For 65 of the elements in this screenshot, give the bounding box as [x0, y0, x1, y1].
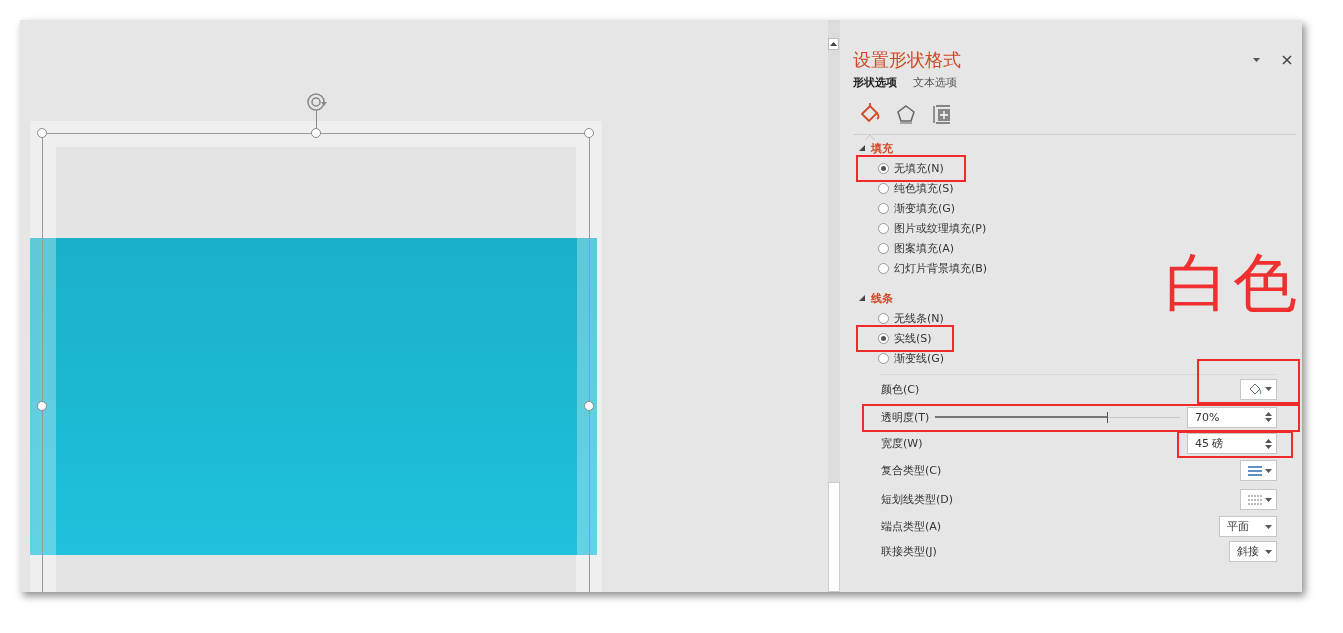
dashed-lines-icon	[1248, 494, 1262, 505]
dash-type-dropdown[interactable]	[1240, 489, 1277, 510]
radio-button[interactable]	[878, 352, 889, 364]
radio-button[interactable]	[878, 332, 889, 344]
caret-icon	[1253, 58, 1260, 62]
dropdown[interactable]: 平面	[1219, 516, 1277, 537]
property-label: 短划线类型(D)	[881, 493, 954, 506]
radio-button[interactable]	[878, 242, 889, 254]
property-label: 颜色(C)	[881, 382, 920, 396]
caret-icon	[1265, 497, 1272, 502]
option-label: 无填充(N)	[894, 160, 944, 176]
radio-button[interactable]	[878, 202, 889, 214]
scrollbar-thumb[interactable]	[828, 482, 840, 592]
section-title: 填充	[871, 140, 893, 156]
rotate-handle-icon[interactable]	[306, 92, 328, 112]
option-label: 渐变线(G)	[894, 350, 945, 366]
width-field[interactable]: 45 磅	[1187, 433, 1277, 454]
caret-icon	[1265, 468, 1272, 473]
close-icon[interactable]	[1282, 55, 1292, 65]
paint-bucket-icon	[859, 103, 881, 125]
up-arrow-icon	[830, 42, 837, 46]
handwritten-note: 白色	[1165, 245, 1301, 322]
radio-button[interactable]	[878, 162, 889, 174]
option-label: 幻灯片背景填充(B)	[894, 260, 988, 276]
option-label: 图案填充(A)	[894, 240, 955, 256]
resize-handle[interactable]	[37, 401, 47, 411]
dropdown-icon[interactable]	[1253, 58, 1260, 62]
option-label: 实线(S)	[894, 330, 932, 346]
layout-icon	[932, 104, 952, 124]
lines-icon	[1248, 465, 1262, 476]
property-label: 复合类型(C)	[881, 464, 942, 477]
property-label: 联接类型(J)	[881, 545, 937, 558]
expand-triangle-icon[interactable]	[859, 145, 865, 151]
percent-field[interactable]: 70%	[1187, 406, 1277, 428]
option-label: 图片或纹理填充(P)	[894, 220, 987, 236]
radio-button[interactable]	[878, 262, 889, 274]
caret-icon	[1265, 549, 1272, 554]
radio-button[interactable]	[878, 182, 889, 194]
property-label: 宽度(W)	[881, 437, 923, 450]
tab[interactable]: 形状选项	[853, 74, 897, 90]
radio-button[interactable]	[878, 312, 889, 324]
resize-handle[interactable]	[37, 128, 47, 138]
option-label: 渐变填充(G)	[894, 200, 956, 216]
pentagon-icon	[896, 104, 916, 124]
compound-type-dropdown[interactable]	[1240, 460, 1277, 481]
property-label: 透明度(T)	[881, 410, 930, 424]
resize-handle[interactable]	[584, 401, 594, 411]
resize-handle[interactable]	[311, 128, 321, 138]
expand-triangle-icon[interactable]	[859, 295, 865, 301]
resize-handle[interactable]	[584, 128, 594, 138]
option-label: 纯色填充(S)	[894, 180, 954, 196]
paint-bucket-icon	[1248, 382, 1262, 396]
caret-icon	[1265, 387, 1272, 391]
property-label: 端点类型(A)	[881, 520, 942, 533]
color-picker-button[interactable]	[1240, 378, 1277, 400]
panel-title: 设置形状格式	[853, 48, 962, 72]
caret-icon	[1265, 524, 1272, 529]
section-title: 线条	[871, 290, 893, 306]
spinner-icon[interactable]	[1265, 437, 1272, 450]
radio-button[interactable]	[878, 222, 889, 234]
dropdown[interactable]: 斜接	[1229, 541, 1277, 562]
spinner-icon[interactable]	[1265, 411, 1272, 423]
scroll-up-button[interactable]	[828, 38, 839, 50]
option-label: 无线条(N)	[894, 310, 944, 326]
tab[interactable]: 文本选项	[913, 74, 957, 90]
